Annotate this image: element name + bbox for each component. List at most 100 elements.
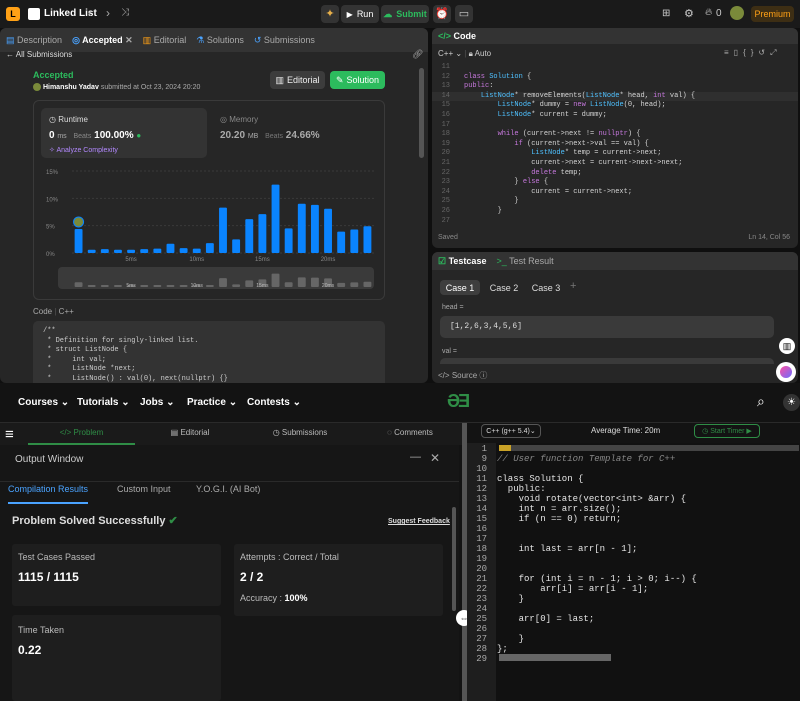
memory-value: 20.20 bbox=[220, 130, 246, 141]
start-timer-button[interactable]: ◷ Start Timer ▶ bbox=[694, 424, 760, 438]
close-tab-icon[interactable]: ✕ bbox=[125, 35, 133, 45]
search-icon[interactable]: ⌕ bbox=[757, 393, 765, 410]
shuffle-icon[interactable]: ⤨ bbox=[121, 7, 129, 18]
grid-layout-icon[interactable]: ⊞ bbox=[662, 8, 670, 19]
tab-solutions[interactable]: ⚗ Solutions bbox=[196, 35, 244, 46]
close-icon[interactable]: ✕ bbox=[430, 451, 440, 465]
runtime-box[interactable]: ◷ Runtime 0 ms Beats 100.00% ● ✧ Analyze… bbox=[41, 108, 207, 158]
line-number: 25 bbox=[476, 614, 487, 624]
share-link-icon[interactable]: 🔗︎ bbox=[412, 49, 423, 60]
chevron-down-icon: ⌄ bbox=[121, 397, 130, 408]
tab-accepted[interactable]: ◎ Accepted ✕ bbox=[72, 35, 133, 46]
lc-left-panel: ▤ Description ◎ Accepted ✕ ▥ Editorial ⚗… bbox=[0, 28, 428, 383]
premium-button[interactable]: Premium bbox=[751, 6, 794, 22]
line-number: 19 bbox=[476, 554, 487, 564]
status-accepted: Accepted bbox=[33, 70, 74, 80]
code-line: 17 bbox=[467, 534, 800, 544]
overview-bar bbox=[114, 285, 122, 287]
overview-bar bbox=[297, 277, 306, 287]
gfg-logo-icon[interactable]: ƏƎ bbox=[447, 391, 470, 412]
memory-value-row[interactable]: 20.20 MB Beats 24.66% bbox=[220, 130, 320, 141]
tab-description[interactable]: ▤ Description bbox=[6, 35, 62, 46]
left-scrollbar[interactable] bbox=[419, 68, 424, 158]
braces-icon[interactable]: {} bbox=[743, 48, 758, 57]
head-input[interactable]: [1,2,6,3,4,5,6] bbox=[440, 316, 774, 338]
case-3-tab[interactable]: Case 3 bbox=[526, 280, 566, 295]
output-scrollbar[interactable] bbox=[452, 507, 456, 611]
user-avatar[interactable] bbox=[730, 6, 744, 20]
val-input[interactable] bbox=[440, 358, 774, 364]
case-1-tab[interactable]: Case 1 bbox=[440, 280, 480, 295]
nav-contests[interactable]: Contests ⌄ bbox=[247, 397, 301, 408]
nav-practice[interactable]: Practice ⌄ bbox=[187, 397, 237, 408]
tab-problem-label: Problem bbox=[73, 428, 104, 437]
memory-title[interactable]: ◎ Memory bbox=[220, 115, 258, 124]
case-2-tab[interactable]: Case 2 bbox=[484, 280, 524, 295]
tab-code[interactable]: </> Code bbox=[438, 31, 476, 41]
play-icon: ▶ bbox=[346, 9, 353, 19]
add-case-icon[interactable]: + bbox=[570, 280, 576, 292]
submit-button[interactable]: ☁ Submit bbox=[381, 5, 429, 23]
line-number: 23 bbox=[476, 594, 487, 604]
language-select[interactable]: C++ bbox=[438, 49, 453, 58]
x-tick-label: 10ms bbox=[189, 257, 204, 263]
code-line: * ListNode *next; bbox=[43, 365, 136, 374]
tab-custom-input[interactable]: Custom Input bbox=[117, 484, 171, 494]
code-editor[interactable]: 11 12 class Solution {13 public: 14 ListNode… bbox=[432, 63, 798, 225]
next-problem-icon[interactable]: › bbox=[106, 6, 110, 20]
debug-icon[interactable]: ✦ bbox=[321, 5, 339, 23]
reset-icon[interactable]: ↺ bbox=[758, 48, 770, 57]
solution-button[interactable]: ✎ Solution bbox=[330, 71, 385, 89]
tab-submissions[interactable]: ↺ Submissions bbox=[254, 35, 315, 46]
suggest-feedback-link[interactable]: Suggest Feedback bbox=[388, 518, 450, 525]
chevron-down-icon[interactable]: ⌄ bbox=[455, 49, 462, 58]
tab-problem[interactable]: </> Problem bbox=[28, 423, 135, 445]
language-dropdown[interactable]: C++ (g++ 5.4) ⌄ bbox=[481, 424, 541, 438]
tab-comments[interactable]: ◌ Comments bbox=[370, 423, 450, 445]
bookmark-icon[interactable]: ▯ bbox=[734, 48, 743, 57]
tab-test-result[interactable]: >_ Test Result bbox=[496, 256, 553, 266]
user-name[interactable]: Himanshu Yadav bbox=[43, 84, 99, 91]
editorial-button-label: Editorial bbox=[287, 75, 320, 85]
nav-tutorials[interactable]: Tutorials ⌄ bbox=[77, 397, 130, 408]
all-submissions-link[interactable]: ← All Submissions bbox=[6, 50, 72, 59]
tab-editorial[interactable]: ▥ Editorial bbox=[143, 35, 187, 46]
autocomplete-mode[interactable]: Auto bbox=[475, 49, 491, 58]
minimize-icon[interactable]: — bbox=[410, 451, 421, 463]
source-link[interactable]: </> Source ⓘ bbox=[438, 370, 487, 381]
streak-fire-icon[interactable]: 🔥︎ bbox=[705, 7, 712, 18]
tab-editorial[interactable]: ▤ Editorial bbox=[150, 423, 230, 445]
notes-icon[interactable]: ▭ bbox=[455, 5, 473, 23]
run-button[interactable]: ▶ Run bbox=[341, 5, 379, 23]
gfg-editor-panel: C++ (g++ 5.4) ⌄ Average Time: 20m ◷ Star… bbox=[467, 423, 800, 701]
expand-icon[interactable]: ⤢ bbox=[770, 48, 781, 57]
tab-testcase[interactable]: ☑ Testcase bbox=[438, 256, 486, 267]
ai-assistant-icon[interactable] bbox=[776, 362, 796, 382]
format-icon[interactable]: ≡ bbox=[724, 48, 734, 57]
nav-jobs[interactable]: Jobs ⌄ bbox=[140, 397, 175, 408]
theme-toggle-icon[interactable]: ☀ bbox=[783, 394, 800, 411]
menu-icon[interactable]: ≡ bbox=[5, 426, 14, 443]
editorial-button[interactable]: ▥ Editorial bbox=[270, 71, 325, 89]
problem-list-icon[interactable] bbox=[28, 8, 40, 20]
timer-icon[interactable]: ⏰ bbox=[433, 5, 451, 23]
line-text: int n = arr.size(); bbox=[497, 504, 622, 514]
editor-toolbar: C++ ⌄ | 🔒︎ Auto bbox=[438, 49, 492, 58]
settings-gear-icon[interactable]: ⚙ bbox=[684, 7, 694, 20]
tab-yogi-bot[interactable]: Y.O.G.I. (AI Bot) bbox=[196, 484, 260, 494]
tab-submissions[interactable]: ◷ Submissions bbox=[260, 423, 340, 445]
submitted-code-block[interactable]: /** * Definition for singly-linked list.… bbox=[33, 321, 385, 383]
tab-compilation-results[interactable]: Compilation Results bbox=[8, 484, 89, 504]
horizontal-scrollbar[interactable] bbox=[499, 654, 611, 661]
nav-courses[interactable]: Courses ⌄ bbox=[18, 397, 69, 408]
tab-submissions-label: Submissions bbox=[281, 428, 328, 437]
gfg-code-editor[interactable]: 1 9 // User function Template for C++ 10 11 c… bbox=[467, 443, 800, 701]
analyze-complexity-link[interactable]: ✧ Analyze Complexity bbox=[49, 146, 118, 154]
line-number: 21 bbox=[476, 574, 487, 584]
prev-problem-icon[interactable]: ‹ bbox=[88, 6, 92, 20]
line-text: delete temp; bbox=[531, 168, 582, 177]
overview-bar bbox=[87, 285, 96, 287]
line-number: 26 bbox=[441, 206, 450, 215]
leetcode-logo-icon[interactable]: L bbox=[6, 7, 20, 21]
book-float-icon[interactable]: ▥ bbox=[779, 338, 795, 354]
